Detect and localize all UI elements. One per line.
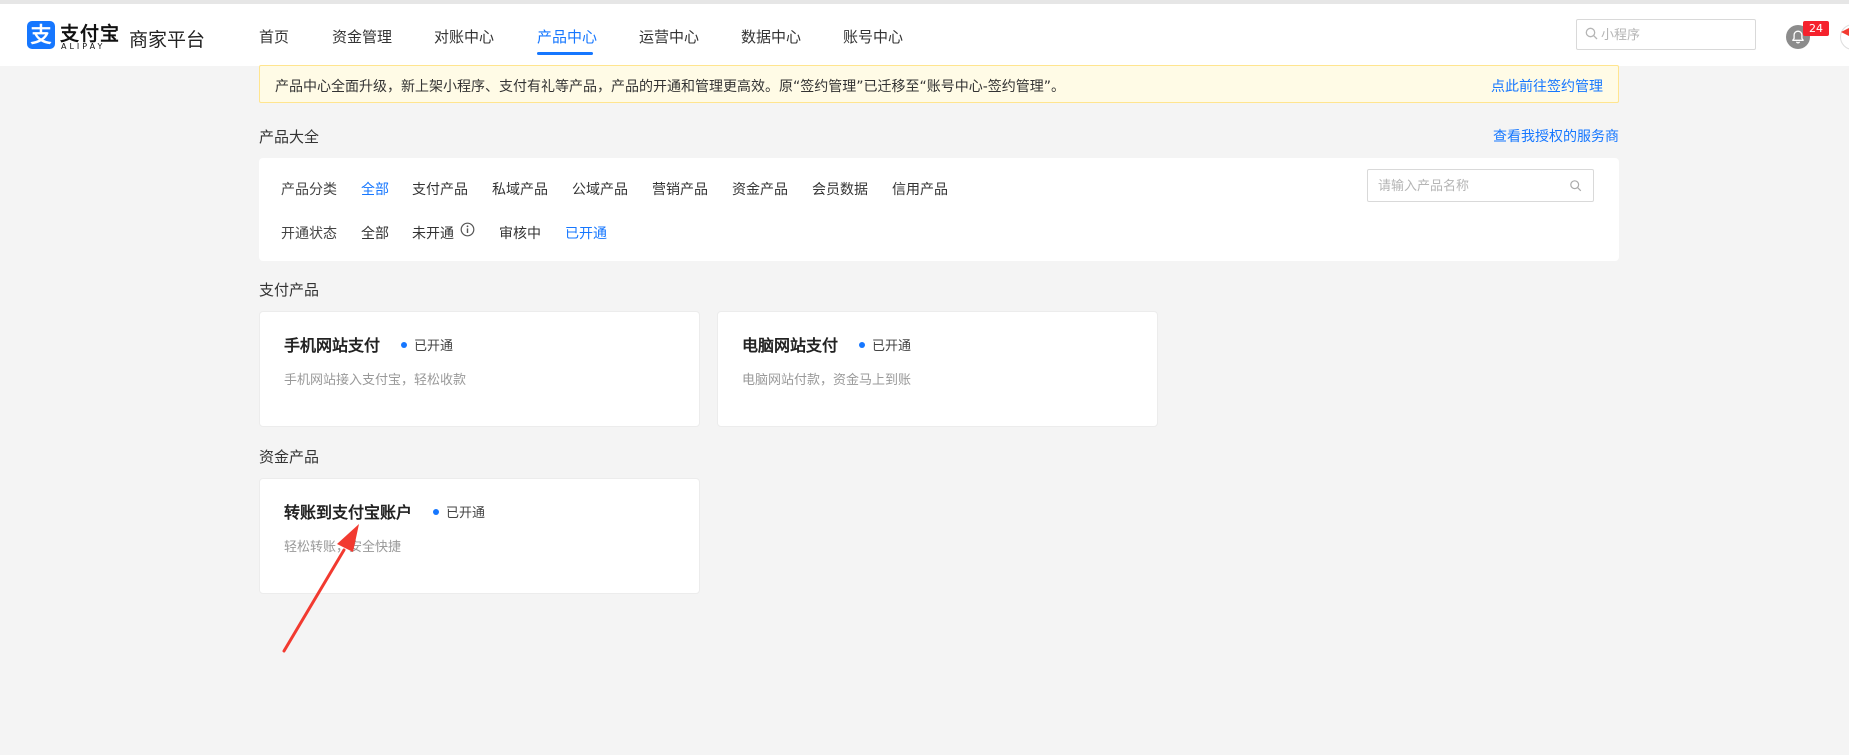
header-search-input[interactable] [1601,24,1751,46]
group-title-payment: 支付产品 [259,281,320,299]
category-public-domain[interactable]: 公域产品 [572,179,628,199]
go-to-signing-management-link[interactable]: 点此前往签约管理 [1491,76,1603,96]
product-card-mobile-web-pay[interactable]: 手机网站支付 已开通 手机网站接入支付宝，轻松收款 [259,311,700,427]
info-circle-icon[interactable] [460,222,475,237]
status-badge: 已开通 [872,339,912,354]
active-nav-indicator [537,52,593,55]
product-search[interactable] [1367,169,1594,202]
authorized-providers-link[interactable]: 查看我授权的服务商 [1493,126,1619,146]
product-card-pc-web-pay[interactable]: 电脑网站支付 已开通 电脑网站付款，资金马上到账 [717,311,1158,427]
status-activated[interactable]: 已开通 [565,223,607,243]
status-badge: 已开通 [446,506,486,521]
status-filter-label: 开通状态 [281,226,337,242]
group-title-fund: 资金产品 [259,448,320,466]
nav-home[interactable]: 首页 [259,26,289,47]
category-payment[interactable]: 支付产品 [412,179,468,199]
product-search-input[interactable] [1378,176,1558,196]
nav-product-center[interactable]: 产品中心 [537,26,597,47]
notice-text: 产品中心全面升级，新上架小程序、支付有礼等产品，产品的开通和管理更高效。原“签约… [275,79,1066,95]
product-description: 手机网站接入支付宝，轻松收款 [284,373,467,388]
logo-subtext: ALIPAY [61,42,106,51]
status-under-review[interactable]: 审核中 [499,223,541,243]
category-member-data[interactable]: 会员数据 [812,179,868,199]
platform-name: 商家平台 [129,29,206,51]
product-name: 转账到支付宝账户 [284,503,413,522]
nav-account-center[interactable]: 账号中心 [843,26,903,47]
nav-reconciliation[interactable]: 对账中心 [434,26,494,47]
notification-count-badge: 24 [1803,21,1829,36]
status-all[interactable]: 全部 [361,223,389,243]
nav-data-center[interactable]: 数据中心 [741,26,801,47]
search-icon [1585,27,1598,40]
header-search[interactable] [1576,19,1756,50]
status-dot-icon [401,342,407,348]
catalog-title: 产品大全 [259,128,320,146]
filter-panel: 产品分类 全部 支付产品 私域产品 公域产品 营销产品 资金产品 会员数据 信用… [259,158,1619,261]
product-description: 轻松转账，安全快捷 [284,540,402,555]
product-card-transfer-to-alipay[interactable]: 转账到支付宝账户 已开通 轻松转账，安全快捷 [259,478,700,594]
nav-fund-management[interactable]: 资金管理 [332,26,392,47]
category-private-domain[interactable]: 私域产品 [492,179,548,199]
category-credit[interactable]: 信用产品 [892,179,948,199]
status-dot-icon [859,342,865,348]
arrow-fragment-icon [1841,28,1849,36]
category-marketing[interactable]: 营销产品 [652,179,708,199]
search-icon[interactable] [1569,179,1583,193]
product-description: 电脑网站付款，资金马上到账 [742,373,912,388]
nav-operations[interactable]: 运营中心 [639,26,699,47]
category-filter-label: 产品分类 [281,182,337,198]
status-dot-icon [433,509,439,515]
status-badge: 已开通 [414,339,454,354]
product-name: 手机网站支付 [284,336,381,355]
alipay-logo-icon[interactable]: 支 [27,21,55,49]
product-name: 电脑网站支付 [742,336,839,355]
category-fund[interactable]: 资金产品 [732,179,788,199]
top-header: 支 支付宝 ALIPAY 商家平台 首页 资金管理 对账中心 产品中心 运营中心… [0,4,1849,66]
category-all[interactable]: 全部 [361,179,389,199]
upgrade-notice-banner: 产品中心全面升级，新上架小程序、支付有礼等产品，产品的开通和管理更高效。原“签约… [259,65,1619,103]
status-not-activated[interactable]: 未开通 [412,223,454,243]
